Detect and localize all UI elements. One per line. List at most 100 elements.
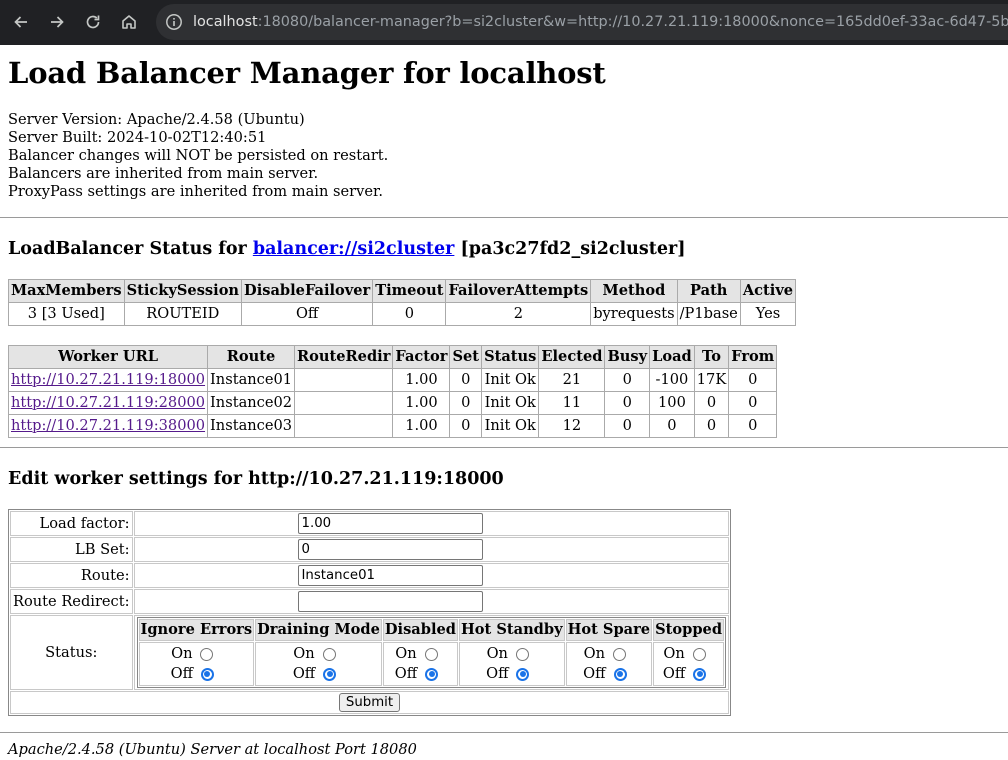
table-cell: 1.00 bbox=[392, 368, 451, 392]
hot-spare-on-radio[interactable] bbox=[613, 647, 627, 661]
on-option: On bbox=[462, 644, 562, 664]
reload-icon[interactable] bbox=[75, 4, 111, 40]
balancer-status-heading: LoadBalancer Status for balancer://si2cl… bbox=[8, 238, 1000, 260]
table-cell: Instance02 bbox=[207, 391, 296, 415]
disabled-cell: On Off bbox=[382, 642, 458, 686]
column-header: MaxMembers bbox=[8, 279, 125, 303]
column-header: Elected bbox=[538, 345, 606, 369]
hot-spare-off-radio[interactable] bbox=[613, 667, 627, 681]
draining-mode-cell: On Off bbox=[255, 642, 382, 686]
column-header: Ignore Errors bbox=[138, 619, 255, 641]
route-input[interactable] bbox=[297, 565, 483, 586]
on-label: On bbox=[171, 645, 193, 662]
ignore-errors-off-radio[interactable] bbox=[200, 667, 214, 681]
off-option: Off bbox=[462, 664, 562, 684]
workers-table: Worker URL Route RouteRedir Factor Set S… bbox=[7, 345, 778, 438]
route-redirect-input[interactable] bbox=[297, 591, 483, 612]
table-row: 3 [3 Used] ROUTEID Off 0 2 byrequests /P… bbox=[8, 302, 797, 326]
disabled-on-radio[interactable] bbox=[424, 647, 438, 661]
page-title: Load Balancer Manager for localhost bbox=[8, 56, 606, 90]
address-bar[interactable]: localhost:18080/balancer-manager?b=si2cl… bbox=[156, 4, 1008, 40]
on-option: On bbox=[142, 644, 252, 664]
column-header: Hot Standby bbox=[458, 619, 565, 641]
table-header-row: MaxMembers StickySession DisableFailover… bbox=[8, 279, 797, 303]
draining-mode-off-radio[interactable] bbox=[323, 667, 337, 681]
url-path: :18080/balancer-manager?b=si2cluster&w=h… bbox=[257, 14, 1008, 30]
column-header: DisableFailover bbox=[241, 279, 374, 303]
table-cell: 0 bbox=[449, 391, 483, 415]
stopped-cell: On Off bbox=[653, 642, 725, 686]
home-icon[interactable] bbox=[111, 4, 147, 40]
draining-mode-on-radio[interactable] bbox=[322, 647, 336, 661]
lbset-input[interactable] bbox=[297, 539, 483, 560]
table-cell: 0 bbox=[728, 414, 778, 438]
on-label: On bbox=[663, 645, 685, 662]
column-header: Worker URL bbox=[7, 345, 209, 369]
table-cell: 21 bbox=[538, 368, 606, 392]
table-cell: 100 bbox=[649, 391, 695, 415]
form-row: Submit bbox=[10, 691, 730, 714]
hot-standby-cell: On Off bbox=[458, 642, 565, 686]
hot-standby-on-radio[interactable] bbox=[515, 647, 529, 661]
on-label: On bbox=[395, 645, 417, 662]
table-cell: Instance03 bbox=[207, 414, 296, 438]
load-factor-label: Load factor: bbox=[10, 511, 133, 536]
load-factor-input[interactable] bbox=[297, 513, 483, 534]
table-cell bbox=[294, 391, 394, 415]
column-header: Draining Mode bbox=[255, 619, 382, 641]
column-header: Active bbox=[739, 279, 797, 303]
table-cell: Init Ok bbox=[481, 414, 540, 438]
off-label: Off bbox=[170, 665, 193, 682]
back-arrow-icon[interactable] bbox=[3, 4, 39, 40]
column-header: StickySession bbox=[123, 279, 243, 303]
stopped-off-radio[interactable] bbox=[693, 667, 707, 681]
browser-toolbar: localhost:18080/balancer-manager?b=si2cl… bbox=[0, 0, 1008, 45]
table-cell: 0 bbox=[693, 414, 730, 438]
table-cell bbox=[294, 368, 394, 392]
hot-spare-cell: On Off bbox=[565, 642, 653, 686]
table-cell: 0 bbox=[604, 414, 651, 438]
table-cell: byrequests bbox=[590, 302, 678, 326]
table-cell: 11 bbox=[538, 391, 606, 415]
ignore-errors-cell: On Off bbox=[138, 642, 255, 686]
divider bbox=[0, 217, 1008, 218]
column-header: Load bbox=[649, 345, 695, 369]
route-redirect-label: Route Redirect: bbox=[10, 589, 133, 614]
hot-standby-off-radio[interactable] bbox=[516, 667, 530, 681]
table-cell: Yes bbox=[739, 302, 797, 326]
balancer-link[interactable]: balancer://si2cluster bbox=[253, 239, 455, 259]
page-content: Load Balancer Manager for localhost Serv… bbox=[0, 55, 1008, 759]
table-cell: 0 bbox=[604, 391, 651, 415]
form-value-cell bbox=[133, 537, 730, 562]
on-option: On bbox=[386, 644, 455, 664]
ignore-errors-on-radio[interactable] bbox=[200, 647, 214, 661]
divider bbox=[0, 732, 1008, 733]
table-cell: Off bbox=[241, 302, 374, 326]
column-header: To bbox=[693, 345, 730, 369]
site-info-icon[interactable] bbox=[165, 13, 183, 31]
worker-url-link[interactable]: http://10.27.21.119:18000 bbox=[11, 371, 205, 388]
submit-button[interactable]: Submit bbox=[338, 693, 401, 712]
off-label: Off bbox=[662, 665, 686, 682]
form-value-cell bbox=[133, 563, 730, 588]
forward-arrow-icon[interactable] bbox=[39, 4, 75, 40]
column-header: Stopped bbox=[653, 619, 725, 641]
table-row: http://10.27.21.119:38000 Instance03 1.0… bbox=[7, 414, 778, 438]
heading-suffix: [pa3c27fd2_si2cluster] bbox=[454, 239, 686, 259]
worker-url-link[interactable]: http://10.27.21.119:38000 bbox=[11, 417, 205, 434]
form-row: Route Redirect: bbox=[10, 589, 730, 614]
column-header: FailoverAttempts bbox=[445, 279, 592, 303]
form-row: Route: bbox=[10, 563, 730, 588]
table-header-row: Ignore Errors Draining Mode Disabled Hot… bbox=[138, 619, 725, 641]
stopped-on-radio[interactable] bbox=[692, 647, 706, 661]
edit-worker-heading: Edit worker settings for http://10.27.21… bbox=[8, 469, 504, 489]
column-header: Route bbox=[207, 345, 296, 369]
column-header: Busy bbox=[604, 345, 651, 369]
worker-url-link[interactable]: http://10.27.21.119:28000 bbox=[11, 394, 205, 411]
disabled-off-radio[interactable] bbox=[425, 667, 439, 681]
column-header: Disabled bbox=[382, 619, 458, 641]
table-cell: -100 bbox=[649, 368, 695, 392]
off-label: Off bbox=[583, 665, 606, 682]
table-cell bbox=[294, 414, 394, 438]
table-row: http://10.27.21.119:18000 Instance01 1.0… bbox=[7, 368, 778, 392]
